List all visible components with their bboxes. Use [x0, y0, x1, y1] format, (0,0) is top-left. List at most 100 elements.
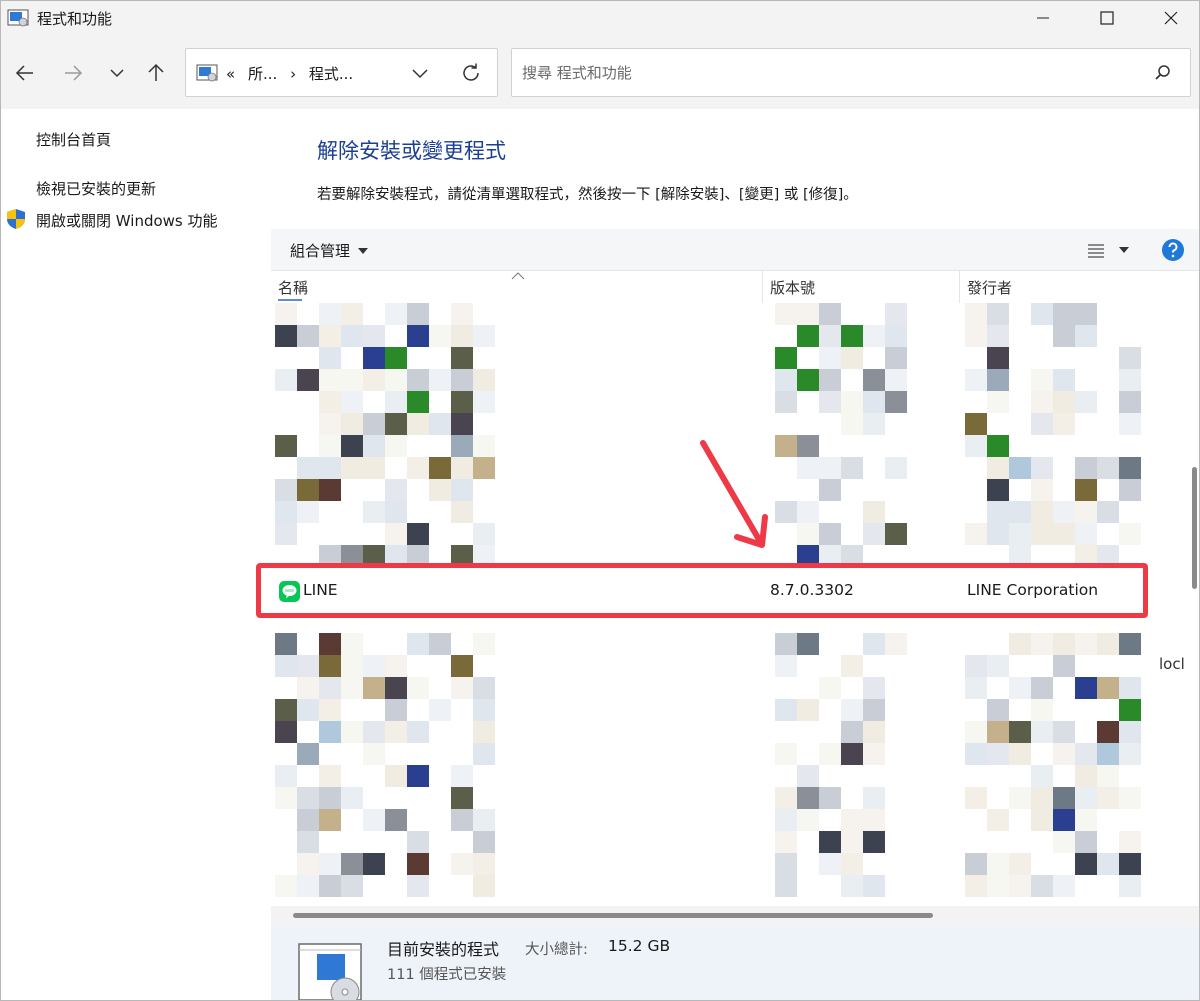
pixel-block — [885, 633, 907, 655]
pixel-block — [863, 809, 885, 831]
pixel-block — [965, 677, 987, 699]
back-button[interactable] — [11, 59, 39, 87]
help-icon[interactable] — [1161, 238, 1185, 262]
pixel-block — [1009, 787, 1031, 809]
recent-locations-button[interactable] — [103, 59, 131, 87]
pixel-block — [863, 831, 885, 853]
pixel-block — [319, 347, 341, 369]
pixel-block — [297, 699, 319, 721]
pixel-block — [1053, 413, 1075, 435]
pixel-block — [1053, 303, 1075, 325]
pixel-block — [841, 347, 863, 369]
pixel-block — [473, 523, 495, 545]
pixel-block — [1009, 743, 1031, 765]
breadcrumb-item-all[interactable]: 所... — [248, 65, 277, 83]
pixel-block — [863, 633, 885, 655]
pixel-block — [451, 325, 473, 347]
pixel-block — [1031, 809, 1053, 831]
pixel-block — [1119, 479, 1141, 501]
pixel-block — [1119, 721, 1141, 743]
pixel-block — [1119, 391, 1141, 413]
breadcrumb-overflow[interactable]: « — [226, 65, 235, 83]
pixel-block — [841, 875, 863, 897]
search-input[interactable] — [522, 61, 1122, 85]
refresh-icon[interactable] — [460, 62, 482, 84]
horizontal-scrollbar[interactable] — [271, 906, 1199, 926]
pixel-block — [319, 457, 341, 479]
column-divider[interactable] — [762, 271, 763, 303]
address-bar[interactable]: « 所... › 程式... — [185, 48, 498, 97]
column-header-version[interactable]: 版本號 — [770, 277, 815, 298]
pixel-block — [319, 479, 341, 501]
pixel-block — [1119, 677, 1141, 699]
pixel-block — [473, 457, 495, 479]
organize-label: 組合管理 — [290, 242, 351, 260]
search-icon[interactable] — [1152, 62, 1174, 84]
pixel-block — [1053, 633, 1075, 655]
pixel-block — [429, 457, 451, 479]
maximize-button[interactable] — [1077, 1, 1137, 35]
view-installed-updates-link[interactable]: 檢視已安裝的更新 — [36, 178, 156, 199]
view-options-button[interactable] — [1087, 238, 1141, 262]
pixel-block — [775, 633, 797, 655]
pixel-block — [341, 677, 363, 699]
pixel-block — [341, 435, 363, 457]
pixel-block — [407, 831, 429, 853]
command-bar: 組合管理 — [271, 229, 1199, 271]
pixel-block — [965, 853, 987, 875]
pixel-block — [407, 523, 429, 545]
pixel-block — [863, 743, 885, 765]
pixel-block — [1097, 457, 1119, 479]
search-box[interactable] — [511, 48, 1191, 97]
pixel-block — [297, 457, 319, 479]
pixel-block — [987, 875, 1009, 897]
organize-button[interactable]: 組合管理 — [290, 240, 369, 261]
close-button[interactable] — [1141, 1, 1199, 35]
pixel-block — [965, 413, 987, 435]
pixel-block — [363, 369, 385, 391]
pixel-block — [775, 369, 797, 391]
pixel-block — [863, 721, 885, 743]
pixel-block — [385, 677, 407, 699]
pixel-block — [987, 501, 1009, 523]
pixel-block — [1075, 787, 1097, 809]
turn-windows-features-link[interactable]: 開啟或關閉 Windows 功能 — [36, 210, 218, 231]
pixel-block — [319, 765, 341, 787]
pixel-block — [965, 435, 987, 457]
column-header-name[interactable]: 名稱 — [278, 277, 308, 298]
horizontal-scroll-thumb[interactable] — [293, 913, 933, 918]
pixel-block — [965, 743, 987, 765]
pixel-block — [385, 721, 407, 743]
pixel-block — [297, 875, 319, 897]
forward-button[interactable] — [59, 59, 87, 87]
pixel-block — [319, 325, 341, 347]
pixel-block — [1075, 677, 1097, 699]
pixel-block — [1075, 633, 1097, 655]
pixel-block — [319, 721, 341, 743]
breadcrumb-item-programs[interactable]: 程式... — [309, 65, 353, 83]
pixel-block — [819, 303, 841, 325]
pixel-block — [297, 479, 319, 501]
pixel-block — [819, 831, 841, 853]
pixel-block — [451, 391, 473, 413]
pixel-block — [841, 809, 863, 831]
pixel-block — [841, 831, 863, 853]
pixel-block — [1031, 765, 1053, 787]
vertical-scrollbar[interactable] — [1189, 271, 1199, 906]
minimize-button[interactable] — [1013, 1, 1073, 35]
pixel-block — [473, 369, 495, 391]
pixel-block — [451, 479, 473, 501]
chevron-down-icon[interactable] — [410, 63, 430, 83]
pixel-block — [1031, 633, 1053, 655]
vertical-scroll-thumb[interactable] — [1192, 467, 1197, 589]
breadcrumb-separator[interactable]: › — [290, 65, 296, 83]
pixel-block — [319, 413, 341, 435]
installed-count: 111 個程式已安裝 — [387, 967, 507, 983]
control-panel-home-link[interactable]: 控制台首頁 — [36, 129, 111, 150]
column-header-publisher[interactable]: 發行者 — [967, 277, 1012, 298]
pixel-block — [429, 369, 451, 391]
pixel-block — [363, 325, 385, 347]
up-button[interactable] — [142, 59, 170, 87]
column-divider[interactable] — [959, 271, 960, 303]
pixel-block — [341, 655, 363, 677]
